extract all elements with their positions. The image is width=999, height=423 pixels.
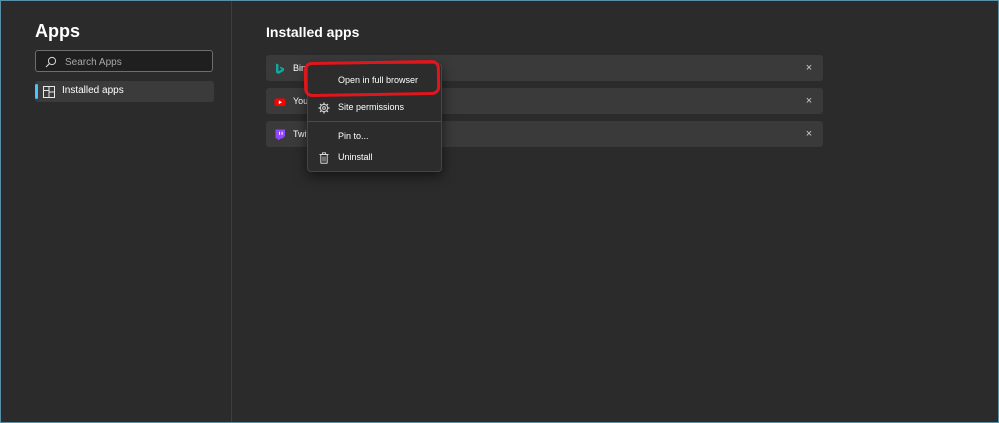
apps-grid-icon bbox=[43, 85, 55, 98]
menu-item-uninstall[interactable]: Uninstall bbox=[312, 147, 437, 167]
sidebar: Apps Installed apps bbox=[1, 1, 232, 422]
menu-item-label: Uninstall bbox=[338, 152, 373, 162]
menu-item-label: Site permissions bbox=[338, 102, 405, 112]
search-input[interactable] bbox=[63, 53, 207, 71]
sidebar-item-label: Installed apps bbox=[62, 85, 124, 96]
search-icon bbox=[45, 55, 57, 68]
menu-item-label: Open in full browser bbox=[338, 75, 419, 85]
gear-icon bbox=[318, 101, 330, 114]
close-icon[interactable]: × bbox=[803, 95, 815, 107]
sidebar-item-installed-apps[interactable]: Installed apps bbox=[35, 81, 214, 102]
context-menu: Open in full browser Site permissions Pi… bbox=[307, 63, 442, 172]
youtube-icon bbox=[274, 95, 286, 107]
menu-item-label: Pin to... bbox=[338, 131, 369, 141]
menu-divider bbox=[308, 121, 441, 122]
close-icon[interactable]: × bbox=[803, 128, 815, 140]
menu-item-pin-to[interactable]: Pin to... bbox=[312, 126, 437, 146]
close-icon[interactable]: × bbox=[803, 62, 815, 74]
menu-item-site-permissions[interactable]: Site permissions bbox=[312, 97, 437, 117]
trash-icon bbox=[318, 151, 330, 164]
sidebar-title: Apps bbox=[35, 21, 80, 41]
twitch-icon bbox=[274, 128, 286, 140]
search-box[interactable] bbox=[35, 50, 213, 72]
app-name: You bbox=[293, 96, 309, 106]
app-window: Apps Installed apps In bbox=[0, 0, 999, 423]
page-title: Installed apps bbox=[266, 24, 360, 40]
bing-icon bbox=[274, 62, 286, 74]
selection-indicator bbox=[35, 84, 38, 99]
menu-item-open-in-full-browser[interactable]: Open in full browser bbox=[312, 70, 437, 90]
